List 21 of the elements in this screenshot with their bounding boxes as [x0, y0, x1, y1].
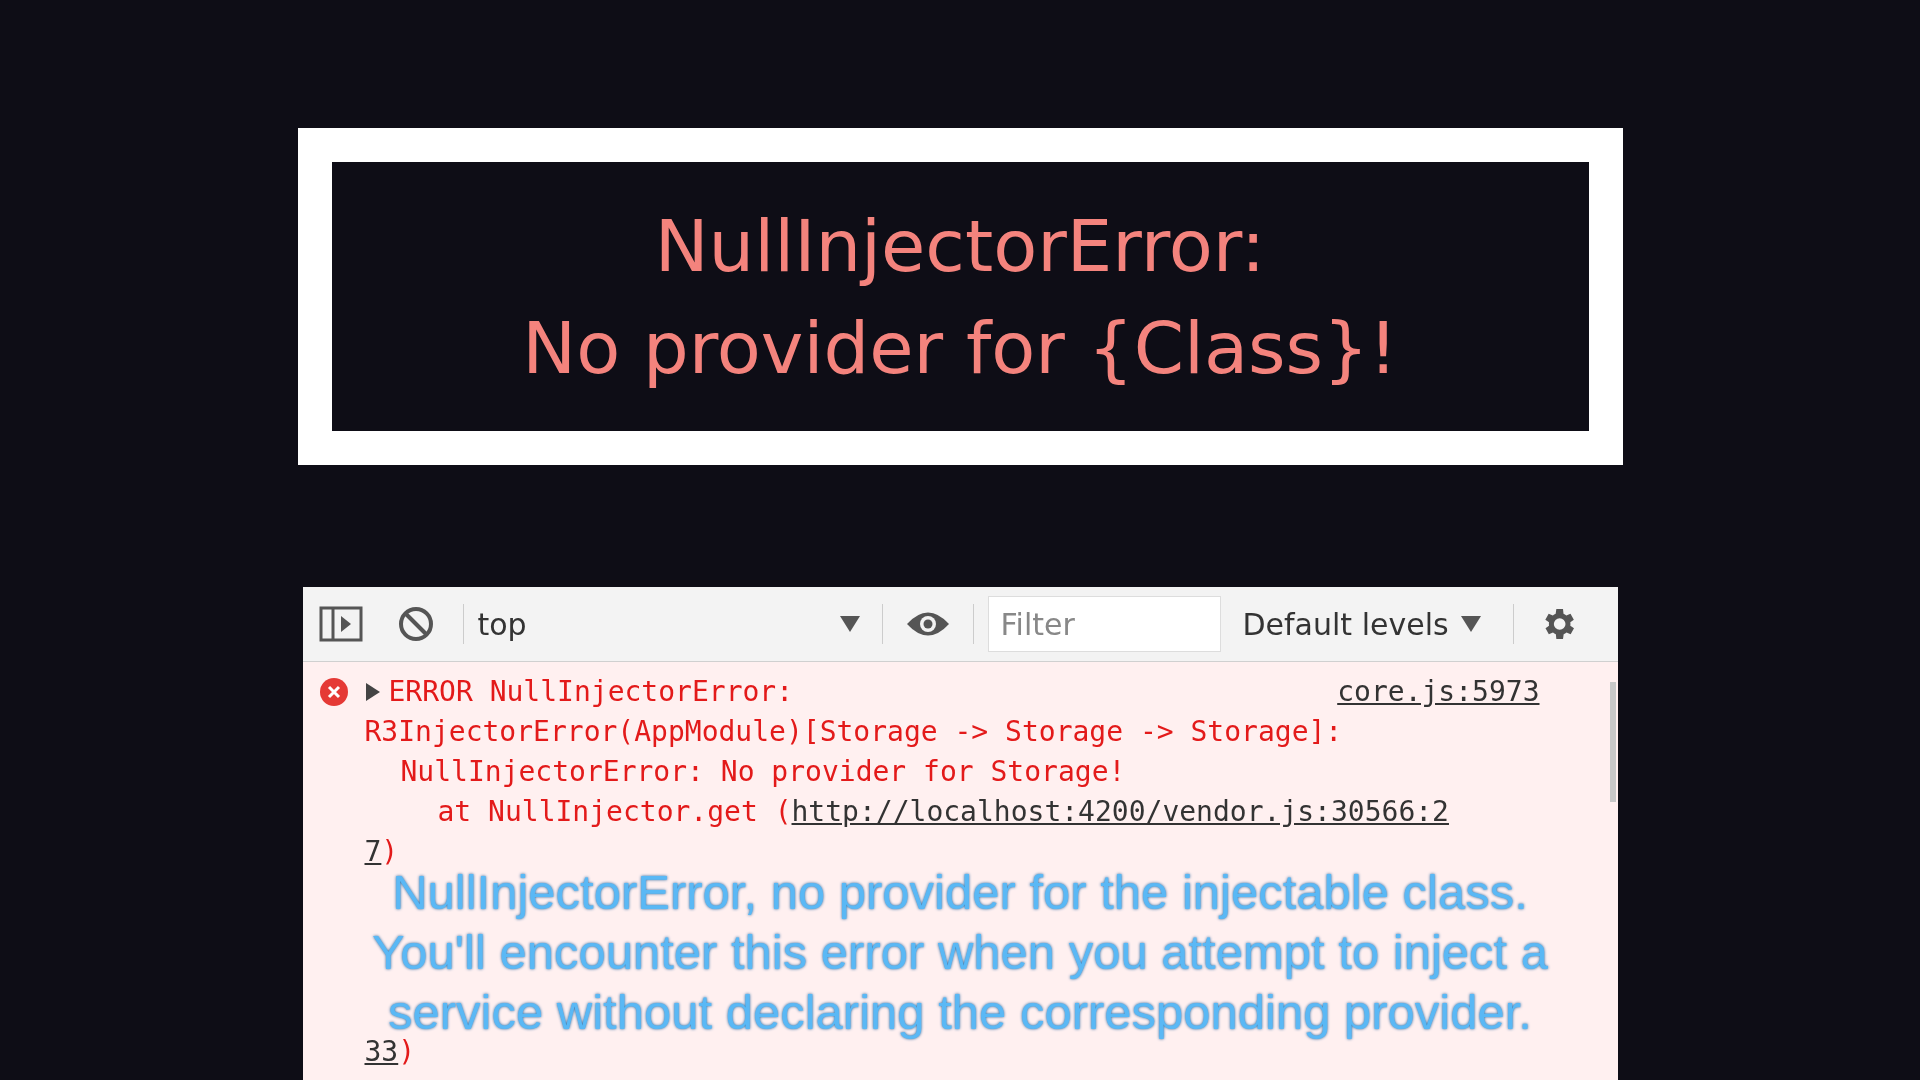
sidebar-toggle-icon[interactable] [318, 606, 363, 642]
clear-icon[interactable] [396, 605, 435, 643]
title-text: NullInjectorError: [654, 202, 1266, 290]
title-text: No provider for {Class}! [522, 304, 1398, 392]
stack-line: R3InjectorError(AppModule)[Storage -> Storage -> Storage]: [364, 715, 1343, 748]
stack-line: at NullInjector.get (http://localhost:4200/vendor.js:30566:2 [437, 795, 1449, 828]
source-link[interactable]: core.js:5973 [1337, 672, 1540, 712]
subtitle-text: You'll encounter this error when you attempt to inject a [371, 924, 1549, 981]
subtitle-text: NullInjectorError, no provider for the injectable class. [392, 865, 1528, 921]
expand-triangle-icon[interactable] [364, 683, 381, 701]
dropdown-arrow-icon [1460, 616, 1481, 632]
context-select[interactable]: top [477, 601, 868, 647]
stack-link[interactable]: 7 [364, 835, 382, 868]
dropdown-arrow-icon [839, 616, 860, 632]
stack-link[interactable]: http://localhost:4200/vendor.js:30566:2 [791, 795, 1449, 828]
error-message: ERROR NullInjectorError: [388, 674, 794, 710]
stack-line: NullInjectorError: No provider for Storage! [400, 755, 1126, 788]
stack-line: 7) [364, 835, 399, 868]
filter-field[interactable]: Filter [987, 596, 1221, 652]
error-icon [319, 678, 348, 706]
levels-dropdown[interactable]: Default levels [1242, 601, 1481, 647]
